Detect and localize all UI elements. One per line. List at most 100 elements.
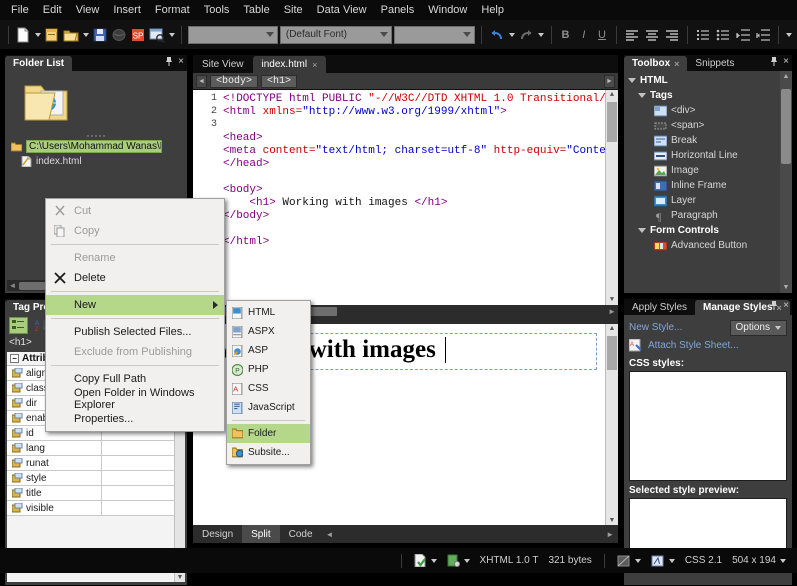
style-application-status[interactable] (646, 555, 680, 567)
new-menu-item-subsite[interactable]: Subsite... (227, 443, 310, 462)
tab-folder-list[interactable]: Folder List (5, 56, 73, 71)
code-line[interactable] (223, 119, 605, 132)
new-page-icon[interactable] (44, 25, 61, 45)
context-menu-item-publish-selected-files[interactable]: Publish Selected Files... (46, 322, 224, 342)
code-line[interactable]: <body> (223, 184, 605, 197)
toolbox-group-tags[interactable]: Tags (624, 88, 780, 103)
bulleted-list-button[interactable] (714, 25, 732, 44)
pin-icon[interactable] (165, 57, 173, 67)
pin-icon[interactable] (770, 301, 778, 311)
toolbox-item-paragraph[interactable]: ¶ Paragraph (624, 208, 780, 223)
save-icon[interactable] (92, 25, 109, 45)
decrease-indent-button[interactable] (734, 25, 752, 44)
toolbar-overflow-button[interactable] (785, 25, 793, 45)
menu-item-data-view[interactable]: Data View (310, 2, 374, 18)
toolbox-item-break[interactable]: Break (624, 133, 780, 148)
sharepoint-icon[interactable]: SP (129, 25, 146, 45)
context-menu-item-properties[interactable]: Properties... (46, 409, 224, 429)
new-document-dropdown[interactable] (34, 25, 42, 45)
attach-stylesheet-link[interactable]: Attach Style Sheet... (648, 340, 739, 351)
open-folder-icon[interactable] (63, 25, 80, 45)
doctype-status[interactable]: XHTML 1.0 T (475, 555, 544, 566)
close-icon[interactable]: × (783, 301, 789, 311)
quick-tag-scroll-right[interactable]: ► (604, 74, 615, 88)
new-menu-item-aspx[interactable]: ASPX (227, 322, 310, 341)
menu-item-file[interactable]: File (4, 2, 36, 18)
code-line[interactable]: </body> (223, 210, 605, 223)
chevron-down-icon[interactable] (430, 558, 437, 563)
tab-snippets[interactable]: Snippets (687, 56, 743, 71)
font-select[interactable]: (Default Font) (279, 25, 393, 44)
new-menu-item-javascript[interactable]: JavaScript (227, 398, 310, 417)
css-styles-list[interactable] (629, 371, 787, 481)
redo-icon[interactable] (517, 25, 534, 45)
code-line[interactable]: <!DOCTYPE html PUBLIC "-//W3C//DTD XHTML… (223, 93, 618, 106)
scroll-down-arrow-icon[interactable]: ▼ (606, 296, 618, 304)
toolbox-vscrollbar[interactable]: ▲ ▼ (780, 71, 792, 293)
folder-list-file-row[interactable]: index.html (5, 154, 187, 169)
code-line[interactable]: <h1> Working with images </h1> (223, 197, 605, 210)
scroll-down-arrow-icon[interactable]: ▼ (606, 517, 618, 524)
scroll-up-arrow-icon[interactable]: ▲ (606, 91, 618, 99)
scroll-thumb[interactable] (607, 102, 617, 142)
scroll-thumb[interactable] (607, 336, 617, 370)
chevron-down-icon[interactable] (780, 558, 786, 563)
toolbox-item-advanced-button[interactable]: Advanced Button (624, 238, 780, 253)
attribute-value-cell[interactable] (102, 471, 185, 485)
font-size-select[interactable] (394, 25, 476, 44)
attribute-value-cell[interactable] (102, 456, 185, 470)
code-line[interactable]: <meta content="text/html; charset=utf-8"… (223, 145, 618, 158)
show-categorized-icon[interactable] (9, 316, 28, 334)
attribute-value-cell[interactable] (102, 441, 185, 455)
scroll-up-arrow-icon[interactable]: ▲ (606, 325, 618, 332)
new-menu-item-html[interactable]: HTML (227, 303, 310, 322)
new-submenu[interactable]: HTML ASPX ASP P PHP A CSS JavaScript Folder Subsi… (226, 300, 311, 465)
view-tab-split[interactable]: Split (242, 525, 280, 543)
code-line[interactable]: <head> (223, 132, 605, 145)
chevron-down-icon[interactable] (463, 558, 470, 563)
chevron-down-icon[interactable] (638, 93, 646, 98)
close-icon[interactable]: × (312, 60, 317, 70)
context-menu-item-rename[interactable]: Rename (46, 248, 224, 268)
visual-aids-status[interactable] (612, 555, 646, 567)
publish-icon[interactable] (111, 25, 128, 45)
undo-icon[interactable] (488, 25, 505, 45)
scroll-left-arrow-icon[interactable]: ◄ (326, 530, 334, 539)
scroll-right-arrow-icon[interactable]: ► (606, 530, 614, 539)
align-right-button[interactable] (663, 25, 681, 44)
increase-indent-button[interactable] (754, 25, 772, 44)
chevron-down-icon[interactable] (628, 78, 636, 83)
quick-tag-body[interactable]: <body> (210, 74, 259, 88)
preview-browser-icon[interactable] (148, 25, 165, 45)
open-folder-dropdown[interactable] (82, 25, 90, 45)
close-icon[interactable]: × (674, 59, 679, 69)
attribute-value-cell[interactable] (102, 486, 185, 500)
attribute-row[interactable]: visible (7, 501, 185, 516)
attach-stylesheet-row[interactable]: A Attach Style Sheet... (629, 336, 787, 354)
context-menu-item-delete[interactable]: Delete (46, 268, 224, 288)
attribute-value-cell[interactable] (102, 501, 185, 515)
code-line[interactable]: <html xmlns="http://www.w3.org/1999/xhtm… (223, 106, 605, 119)
design-hscrollbar[interactable]: ◄ ► (322, 530, 619, 539)
context-menu-item-cut[interactable]: Cut (46, 201, 224, 221)
toolbox-item--div-[interactable]: <div> (624, 103, 780, 118)
preview-browser-dropdown[interactable] (167, 25, 175, 45)
context-menu-item-copy-full-path[interactable]: Copy Full Path (46, 369, 224, 389)
context-menu-item-open-folder-in-windows-explorer[interactable]: Open Folder in Windows Explorer (46, 387, 224, 411)
css-version-status[interactable]: CSS 2.1 (680, 555, 727, 566)
scroll-down-arrow-icon[interactable]: ▼ (780, 284, 792, 291)
scroll-thumb[interactable] (781, 89, 791, 164)
tab-apply-styles[interactable]: Apply Styles (624, 300, 696, 315)
tab-toolbox[interactable]: Toolbox × (624, 56, 688, 71)
scroll-right-arrow-icon[interactable]: ► (606, 307, 618, 316)
collapse-icon[interactable]: − (10, 354, 19, 363)
page-dimensions-status[interactable]: 504 x 194 (727, 555, 791, 566)
folder-context-menu[interactable]: Cut Copy Rename Delete New Publish Selected F… (45, 198, 225, 432)
code-line[interactable]: </head> (223, 158, 605, 171)
toolbox-group-html[interactable]: HTML (624, 73, 780, 88)
document-tab-index-html[interactable]: index.html × (252, 56, 327, 73)
context-menu-item-copy[interactable]: Copy (46, 221, 224, 241)
menu-item-view[interactable]: View (69, 2, 107, 18)
new-document-icon[interactable] (15, 25, 32, 45)
attribute-row[interactable]: style (7, 471, 185, 486)
